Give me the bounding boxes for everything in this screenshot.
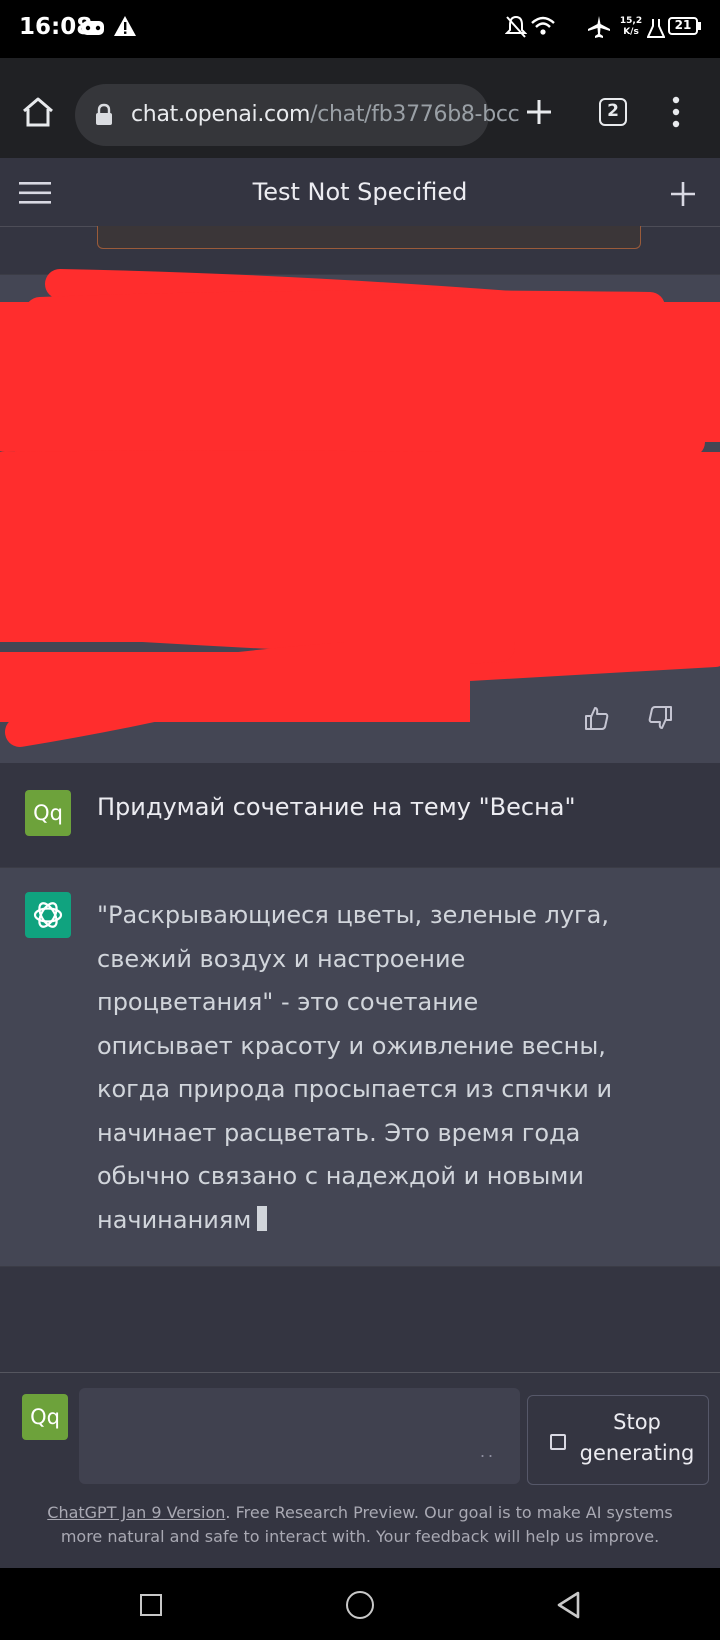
network-speed-value: 15,2: [619, 16, 643, 26]
url-path: /chat/fb3776b8-bcc: [310, 102, 520, 127]
flask-icon: [647, 19, 665, 38]
network-speed-unit: K/s: [623, 27, 639, 37]
new-chat-icon[interactable]: [670, 181, 696, 207]
composer-user-avatar: Qq: [22, 1394, 68, 1440]
ai-response-line: описывает красоту и оживление весны,: [97, 1031, 606, 1060]
footer-line1: ChatGPT Jan 9 Version. Free Research Pre…: [20, 1501, 700, 1525]
stop-generating-label: Stop generating: [578, 1407, 696, 1469]
stop-label-line1: Stop: [613, 1410, 661, 1434]
tab-count: 2: [607, 101, 619, 121]
app-header: Test Not Specified: [0, 158, 720, 227]
wifi-icon: [531, 16, 555, 35]
ai-response-line: обычно связано с надеждой и новыми: [97, 1162, 584, 1190]
user-prompt-text: Придумай сочетание на тему "Весна": [97, 793, 576, 821]
ai-response-last-line: начинаниям: [97, 1199, 657, 1243]
home-icon[interactable]: [21, 96, 55, 128]
network-speed: 15,2 K/s: [617, 16, 645, 38]
gamepad-icon: [82, 21, 104, 35]
version-link[interactable]: ChatGPT Jan 9 Version: [47, 1503, 225, 1522]
ai-response-line: начинает расцветать. Это время года: [97, 1118, 581, 1147]
ai-response-line: когда природа просыпается из спячки и: [97, 1075, 613, 1103]
previous-message-box: [97, 226, 641, 249]
browser-toolbar: chat.openai.com/chat/fb3776b8-bcc 2: [0, 58, 720, 158]
stop-label-line2: generating: [579, 1441, 695, 1465]
page-title: Test Not Specified: [252, 178, 468, 206]
system-nav-bar: [0, 1568, 720, 1640]
battery-icon: 21: [668, 17, 698, 35]
footer-text-1: . Free Research Preview. Our goal is to …: [225, 1503, 673, 1522]
stop-generating-button[interactable]: Stop generating: [527, 1395, 709, 1485]
redaction-scribble: [0, 269, 720, 747]
tab-switcher-button[interactable]: 2: [599, 98, 627, 126]
stop-icon: [550, 1434, 566, 1450]
home-nav-icon[interactable]: [346, 1591, 374, 1619]
footer-text-2: more natural and safe to interact with. …: [60, 1527, 660, 1546]
ai-response-line: "Раскрывающиеся цветы, зеленые луга,: [97, 901, 609, 929]
new-tab-icon[interactable]: [525, 98, 553, 126]
typing-cursor: [257, 1205, 268, 1231]
status-bar: 16:08 15,2 K/s 21: [0, 0, 720, 58]
footer-disclaimer: ChatGPT Jan 9 Version. Free Research Pre…: [20, 1501, 700, 1549]
ai-response-line: начинаниям: [97, 1205, 252, 1234]
lock-icon: [96, 103, 112, 125]
user-message: Qq Придумай сочетание на тему "Весна": [0, 763, 720, 867]
message-input[interactable]: ..: [79, 1388, 520, 1484]
ai-response-line: свежий воздух и настроение: [97, 944, 466, 973]
battery-level: 21: [674, 18, 692, 32]
ai-response-line: процветания" - это сочетание: [97, 988, 479, 1016]
recents-icon[interactable]: [140, 1594, 162, 1616]
airplane-icon: [588, 16, 610, 38]
bell-muted-icon: [505, 15, 527, 38]
openai-logo-icon: [33, 902, 63, 928]
composer-area: Qq .. Stop generating ChatGPT Jan 9 Vers…: [0, 1372, 720, 1569]
more-menu-icon[interactable]: [668, 96, 684, 128]
input-dots: ..: [479, 1441, 496, 1461]
ai-message: "Раскрывающиеся цветы, зеленые луга, све…: [0, 867, 720, 1267]
warning-icon: [114, 16, 136, 36]
url-bar[interactable]: chat.openai.com/chat/fb3776b8-bcc: [75, 84, 520, 146]
back-icon[interactable]: [556, 1591, 580, 1619]
ai-response-text: "Раскрывающиеся цветы, зеленые луга, све…: [97, 894, 657, 1242]
url-host: chat.openai.com: [131, 102, 311, 127]
user-avatar: Qq: [25, 790, 71, 836]
url-text[interactable]: chat.openai.com/chat/fb3776b8-bcc: [131, 102, 520, 127]
openai-avatar: [25, 892, 71, 938]
battery-tip: [698, 22, 701, 30]
